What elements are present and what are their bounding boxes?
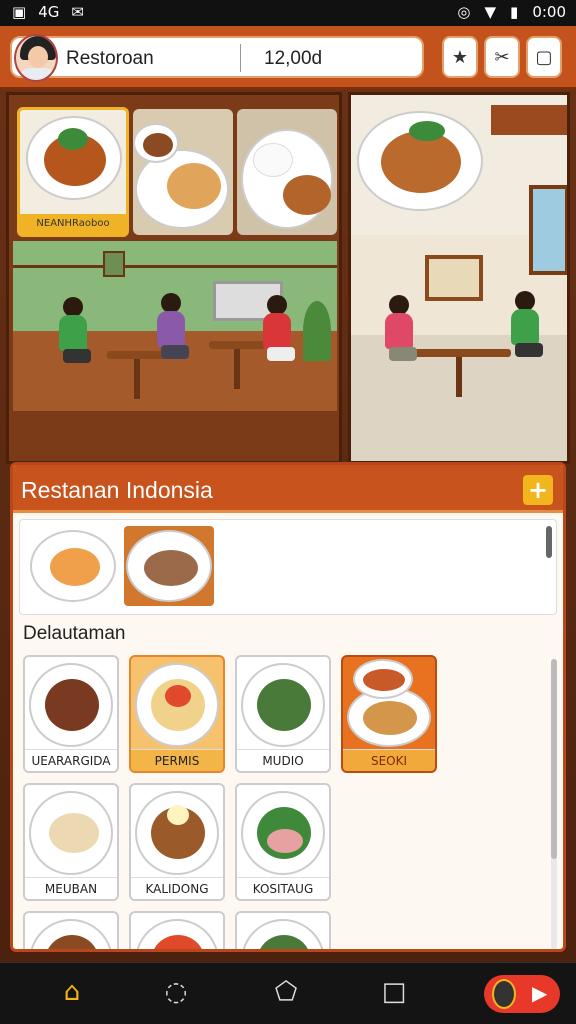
top-bar: Restoroan 12,00d ★ ✂ ▢ (0, 26, 576, 90)
photo-icon: ▣ (12, 3, 27, 21)
dish-label: KALIDONG (131, 877, 223, 899)
menu-button[interactable]: ▢ (526, 36, 562, 78)
restaurant-info: Restoroan 12,00d (10, 34, 424, 82)
menu-icon: ▢ (535, 46, 553, 68)
dish-item[interactable] (129, 911, 225, 949)
featured-dishes (19, 519, 557, 615)
dish-card-2[interactable] (133, 109, 233, 235)
play-icon: ▶ (532, 981, 548, 1005)
section-title: Delautaman (23, 623, 126, 644)
featured-dish[interactable] (124, 526, 214, 606)
clock: 0:00 (532, 3, 566, 21)
battery-icon: ▮ (510, 3, 519, 21)
network-label: 4G (38, 3, 60, 21)
dish-item[interactable]: UEARARGIDA (23, 655, 119, 773)
home-icon[interactable]: ⌂ (52, 977, 92, 1011)
tools-icon: ✂ (494, 46, 510, 68)
restaurant-scene-left[interactable]: NEANHRaoboo (6, 92, 342, 464)
balance: 12,00d (264, 48, 323, 69)
dish-card-3[interactable] (237, 109, 337, 235)
panel-header: Restanan Indonsia + (13, 465, 563, 513)
restaurant-name: Restoroan (66, 48, 154, 69)
panel-title: Restanan Indonsia (21, 477, 213, 503)
divider (240, 44, 241, 72)
avatar-icon (492, 979, 516, 1009)
dish-item[interactable]: SEOKI (341, 655, 437, 773)
dish-item[interactable]: PERMIS (129, 655, 225, 773)
status-bar: ▣ 4G ✉ ◎ ▼ ▮ 0:00 (0, 0, 576, 26)
play-button[interactable]: ▶ (484, 975, 560, 1013)
square-icon[interactable]: □ (374, 977, 414, 1011)
mail-icon: ✉ (71, 3, 84, 21)
pentagon-icon[interactable]: ⬠ (266, 977, 306, 1011)
star-icon: ★ (451, 46, 469, 68)
dish-label: MEUBAN (25, 877, 117, 899)
restaurant-scene-right[interactable] (348, 92, 570, 464)
star-button[interactable]: ★ (442, 36, 478, 78)
dish-scrollbar[interactable] (551, 659, 557, 949)
dish-card-featured[interactable]: NEANHRaoboo (17, 107, 129, 237)
dish-item[interactable]: KOSITAUG (235, 783, 331, 901)
dish-item[interactable]: MEUBAN (23, 783, 119, 901)
scrollbar[interactable] (546, 526, 552, 558)
menu-panel: Restanan Indonsia + Delautaman UEARARGID… (10, 462, 566, 952)
tools-button[interactable]: ✂ (484, 36, 520, 78)
dish-label: PERMIS (131, 749, 223, 771)
wifi-icon: ▼ (484, 3, 497, 21)
dish-item[interactable] (23, 911, 119, 949)
card-label: NEANHRaoboo (20, 214, 126, 234)
dish-label: UEARARGIDA (25, 749, 117, 771)
dish-item[interactable]: MUDIO (235, 655, 331, 773)
wall-picture (425, 255, 483, 301)
dish-label: KOSITAUG (237, 877, 329, 899)
refresh-icon[interactable]: ◌ (156, 977, 196, 1011)
dish-label: MUDIO (237, 749, 329, 771)
dish-display[interactable] (357, 111, 483, 211)
featured-dish[interactable] (28, 526, 118, 606)
avatar[interactable] (14, 34, 58, 82)
dish-label: SEOKI (343, 749, 435, 771)
location-icon: ◎ (457, 3, 471, 21)
add-button[interactable]: + (523, 475, 553, 505)
dish-item[interactable]: KALIDONG (129, 783, 225, 901)
dish-item[interactable] (235, 911, 331, 949)
nav-bar: ⌂ ◌ ⬠ □ ▶ (0, 962, 576, 1024)
dish-grid: UEARARGIDA PERMIS MUDIO SEOKI MEUBAN KAL… (23, 655, 543, 949)
